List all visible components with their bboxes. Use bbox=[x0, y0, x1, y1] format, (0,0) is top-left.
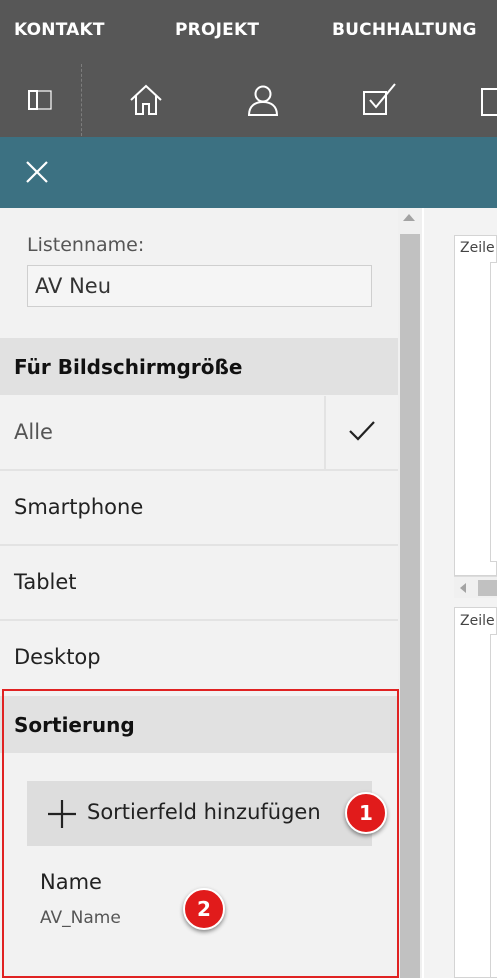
annotation-badge-1: 1 bbox=[345, 792, 387, 834]
list-settings-panel: Listenname: AV Neu Für Bildschirmgröße A… bbox=[0, 208, 398, 978]
checkbox-icon[interactable] bbox=[360, 80, 400, 120]
add-sort-field-button[interactable]: Sortierfeld hinzufügen bbox=[27, 781, 372, 846]
background-inner-box-2 bbox=[490, 634, 497, 978]
screen-option-label: Smartphone bbox=[14, 495, 144, 519]
top-navigation-bar: KONTAKT PROJEKT BUCHHALTUNG bbox=[0, 0, 497, 137]
annotation-badge-2: 2 bbox=[183, 888, 225, 930]
document-icon[interactable] bbox=[476, 80, 497, 120]
plus-icon bbox=[48, 800, 76, 828]
sort-field-id: AV_Name bbox=[40, 908, 121, 928]
selected-indicator[interactable] bbox=[324, 396, 398, 469]
add-sort-field-label: Sortierfeld hinzufügen bbox=[87, 800, 321, 824]
checkmark-icon bbox=[349, 421, 375, 441]
sorting-title: Sortierung bbox=[14, 713, 135, 737]
sorting-section-header: Sortierung bbox=[0, 696, 398, 753]
background-row-label-1: Zeile bbox=[460, 240, 495, 256]
panel-header bbox=[0, 137, 497, 208]
horizontal-scroll-thumb[interactable] bbox=[478, 580, 497, 596]
close-icon[interactable] bbox=[20, 155, 54, 189]
scroll-thumb[interactable] bbox=[400, 234, 420, 978]
screen-option-tablet[interactable]: Tablet bbox=[0, 546, 398, 621]
menu-item-kontakt[interactable]: KONTAKT bbox=[14, 20, 105, 40]
background-inner-box-1 bbox=[490, 262, 497, 562]
main-menu: KONTAKT PROJEKT BUCHHALTUNG bbox=[0, 0, 497, 62]
toolbar bbox=[0, 62, 497, 137]
screen-option-label: Tablet bbox=[14, 570, 77, 594]
screen-option-smartphone[interactable]: Smartphone bbox=[0, 471, 398, 546]
sort-field-name[interactable]: Name bbox=[40, 870, 102, 894]
panel-toggle-icon[interactable] bbox=[20, 80, 60, 120]
screen-option-label: Alle bbox=[14, 420, 53, 444]
screen-option-label: Desktop bbox=[14, 645, 101, 669]
background-row-label-2: Zeile bbox=[460, 613, 495, 629]
panel-scrollbar[interactable] bbox=[398, 208, 422, 978]
menu-item-projekt[interactable]: PROJEKT bbox=[175, 20, 259, 40]
screen-option-alle[interactable]: Alle bbox=[0, 396, 398, 471]
screen-option-desktop[interactable]: Desktop bbox=[0, 621, 398, 696]
screen-size-section-header: Für Bildschirmgröße bbox=[0, 338, 398, 395]
scroll-left-arrow-icon[interactable] bbox=[460, 583, 466, 593]
user-icon[interactable] bbox=[243, 80, 283, 120]
screen-size-title: Für Bildschirmgröße bbox=[14, 355, 243, 379]
list-name-input[interactable]: AV Neu bbox=[27, 265, 372, 307]
scroll-up-arrow-icon[interactable] bbox=[403, 214, 415, 221]
toolbar-divider bbox=[81, 64, 82, 136]
home-icon[interactable] bbox=[126, 80, 166, 120]
list-name-label: Listenname: bbox=[27, 234, 145, 256]
menu-item-buchhaltung[interactable]: BUCHHALTUNG bbox=[332, 20, 477, 40]
background-horizontal-scrollbar[interactable] bbox=[454, 576, 497, 598]
